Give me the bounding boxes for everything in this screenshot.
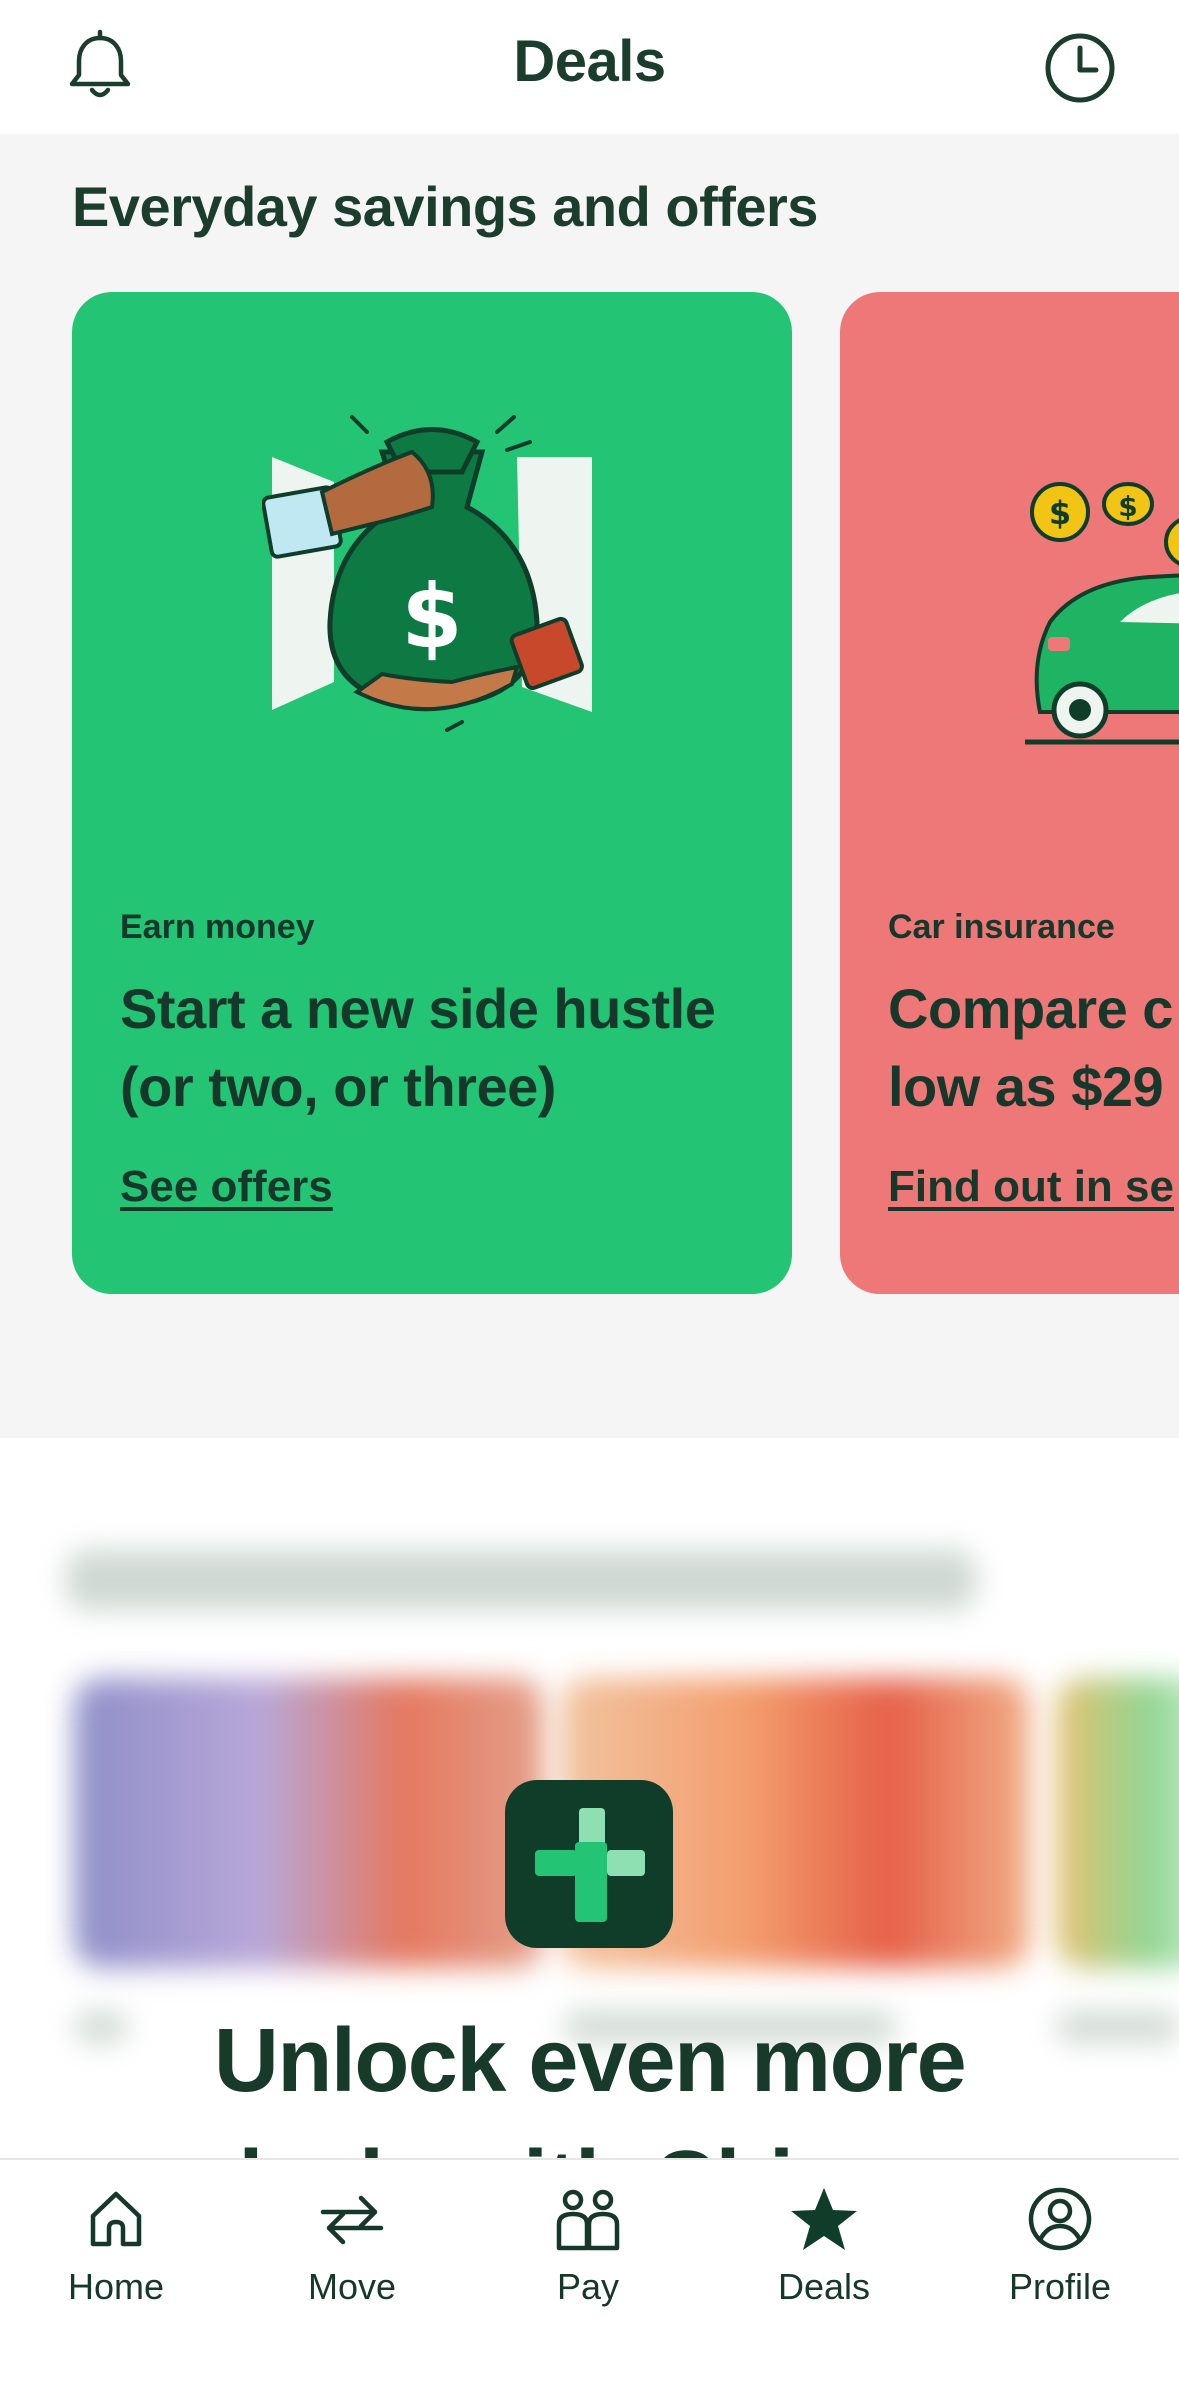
offer-headline-line1: Compare c xyxy=(888,977,1173,1040)
plus-glyph-icon xyxy=(535,1808,645,1922)
svg-text:$: $ xyxy=(1049,494,1071,532)
clock-history-icon[interactable] xyxy=(1040,28,1120,108)
tab-label: Deals xyxy=(777,2266,871,2307)
tab-home[interactable]: Home xyxy=(16,2174,216,2354)
promo-heading-cut: deals with Chime+ xyxy=(0,2128,1179,2158)
page-title: Deals xyxy=(513,29,666,94)
profile-icon xyxy=(1028,2187,1092,2251)
tab-move[interactable]: Move xyxy=(252,2174,452,2354)
home-icon xyxy=(90,2191,142,2247)
blurred-deal-image xyxy=(74,1678,544,1968)
offer-card-earn-money[interactable]: $ Earn money Start a new side hustle (or… xyxy=(72,292,792,1294)
offer-card-car-insurance[interactable]: $ $ Car insurance Compare c low as $29 F… xyxy=(840,292,1179,1294)
blurred-deal-image xyxy=(1056,1678,1179,1968)
top-app-bar: Deals xyxy=(0,0,1179,134)
car-coins-illustration: $ $ xyxy=(1025,482,1179,745)
bottom-tab-bar: Home Move Pay Deals Profile xyxy=(0,2158,1179,2396)
offer-category: Car insurance xyxy=(888,908,1115,946)
offer-headline-line2: low as $29 xyxy=(888,1055,1164,1118)
svg-text:$: $ xyxy=(1118,490,1137,523)
star-icon xyxy=(791,2188,857,2250)
tab-pay[interactable]: Pay xyxy=(488,2174,688,2354)
offer-category: Earn money xyxy=(120,908,315,946)
offer-headline: Start a new side hustle (or two, or thre… xyxy=(120,977,716,1118)
tab-label: Home xyxy=(67,2266,165,2307)
tab-label: Move xyxy=(307,2266,397,2307)
find-out-link[interactable]: Find out in se xyxy=(888,1162,1174,1212)
transfer-arrows-icon xyxy=(320,2195,384,2245)
blurred-heading xyxy=(66,1550,976,1610)
tab-deals[interactable]: Deals xyxy=(724,2174,924,2354)
people-icon xyxy=(556,2189,620,2251)
tab-label: Pay xyxy=(556,2266,620,2307)
plus-tile-icon xyxy=(505,1780,673,1948)
promo-heading: Unlock even more xyxy=(213,2011,967,2111)
svg-text:$: $ xyxy=(401,565,462,668)
tab-profile[interactable]: Profile xyxy=(960,2174,1160,2354)
offers-section: Everyday savings and offers $ Earn money… xyxy=(0,134,1179,1438)
see-offers-link[interactable]: See offers xyxy=(120,1162,333,1212)
tab-label: Profile xyxy=(1008,2266,1112,2307)
offer-headline: Compare c low as $29 xyxy=(888,970,1179,1126)
section-heading: Everyday savings and offers xyxy=(72,175,818,238)
money-bag-illustration: $ xyxy=(262,415,592,732)
